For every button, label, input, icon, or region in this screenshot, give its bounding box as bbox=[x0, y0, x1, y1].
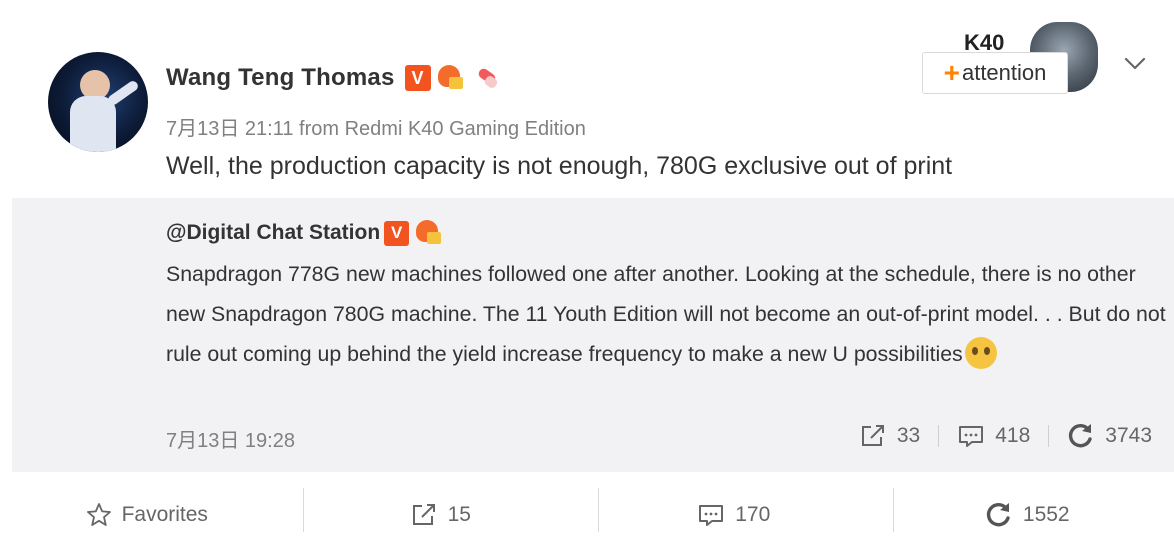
post-action-bar: Favorites 15 170 1552 bbox=[0, 472, 1174, 558]
fan-medal-icon[interactable] bbox=[435, 63, 465, 93]
repost-date: 7月13日 19:28 bbox=[166, 430, 295, 452]
repost-text: Snapdragon 778G new machines followed on… bbox=[166, 254, 1166, 374]
fan-medal-icon[interactable] bbox=[413, 218, 443, 248]
verified-badge-icon: V bbox=[384, 220, 410, 246]
share-count: 15 bbox=[447, 503, 471, 526]
share-icon bbox=[861, 425, 884, 446]
author-row: Wang Teng Thomas V bbox=[166, 60, 503, 96]
comment-count: 170 bbox=[735, 503, 771, 526]
comment-button[interactable]: 170 bbox=[587, 472, 881, 558]
author-avatar[interactable] bbox=[48, 52, 148, 152]
repost-author[interactable]: @Digital Chat Station bbox=[166, 221, 380, 245]
plus-icon: + bbox=[943, 57, 960, 88]
verified-badge-icon: V bbox=[404, 65, 431, 91]
share-icon bbox=[412, 504, 435, 525]
refresh-like-icon bbox=[986, 503, 1010, 527]
weibo-post: Wang Teng Thomas V 7月13日 21:11 from Redm… bbox=[0, 0, 1174, 558]
comment-icon bbox=[959, 426, 984, 447]
repost-author-row: @Digital Chat Station V bbox=[166, 218, 443, 248]
favorites-label: Favorites bbox=[121, 503, 208, 526]
repost-share-button[interactable]: 33 bbox=[859, 423, 920, 449]
share-button[interactable]: 15 bbox=[294, 472, 588, 558]
repost-comment-button[interactable]: 418 bbox=[957, 423, 1030, 449]
star-icon bbox=[86, 503, 111, 526]
post-content: Well, the production capacity is not eno… bbox=[166, 152, 953, 180]
repost-like-count: 3743 bbox=[1105, 424, 1152, 447]
refresh-like-icon bbox=[1069, 424, 1092, 448]
repost-comment-count: 418 bbox=[995, 424, 1031, 447]
repost-actions: 33 418 3743 bbox=[859, 422, 1152, 450]
repost-like-button[interactable]: 3743 bbox=[1067, 422, 1152, 450]
rocket-medal-icon[interactable] bbox=[473, 63, 503, 93]
follow-area: K40 + attention bbox=[920, 20, 1110, 100]
chevron-down-icon[interactable] bbox=[1120, 48, 1150, 78]
attention-button[interactable]: + attention bbox=[922, 52, 1068, 94]
grin-emoji-icon bbox=[964, 337, 997, 369]
author-name[interactable]: Wang Teng Thomas bbox=[166, 64, 395, 92]
divider bbox=[1048, 425, 1050, 447]
repost-card[interactable]: @Digital Chat Station V Snapdragon 778G … bbox=[12, 198, 1174, 472]
post-meta: 7月13日 21:11 from Redmi K40 Gaming Editio… bbox=[166, 118, 586, 140]
like-count: 1552 bbox=[1022, 503, 1070, 526]
comment-icon bbox=[699, 505, 724, 526]
favorites-button[interactable]: Favorites bbox=[0, 472, 294, 558]
like-button[interactable]: 1552 bbox=[881, 472, 1174, 558]
attention-label: attention bbox=[961, 60, 1047, 85]
repost-text-body: Snapdragon 778G new machines followed on… bbox=[166, 262, 1166, 366]
repost-share-count: 33 bbox=[896, 424, 921, 447]
divider bbox=[938, 425, 940, 447]
